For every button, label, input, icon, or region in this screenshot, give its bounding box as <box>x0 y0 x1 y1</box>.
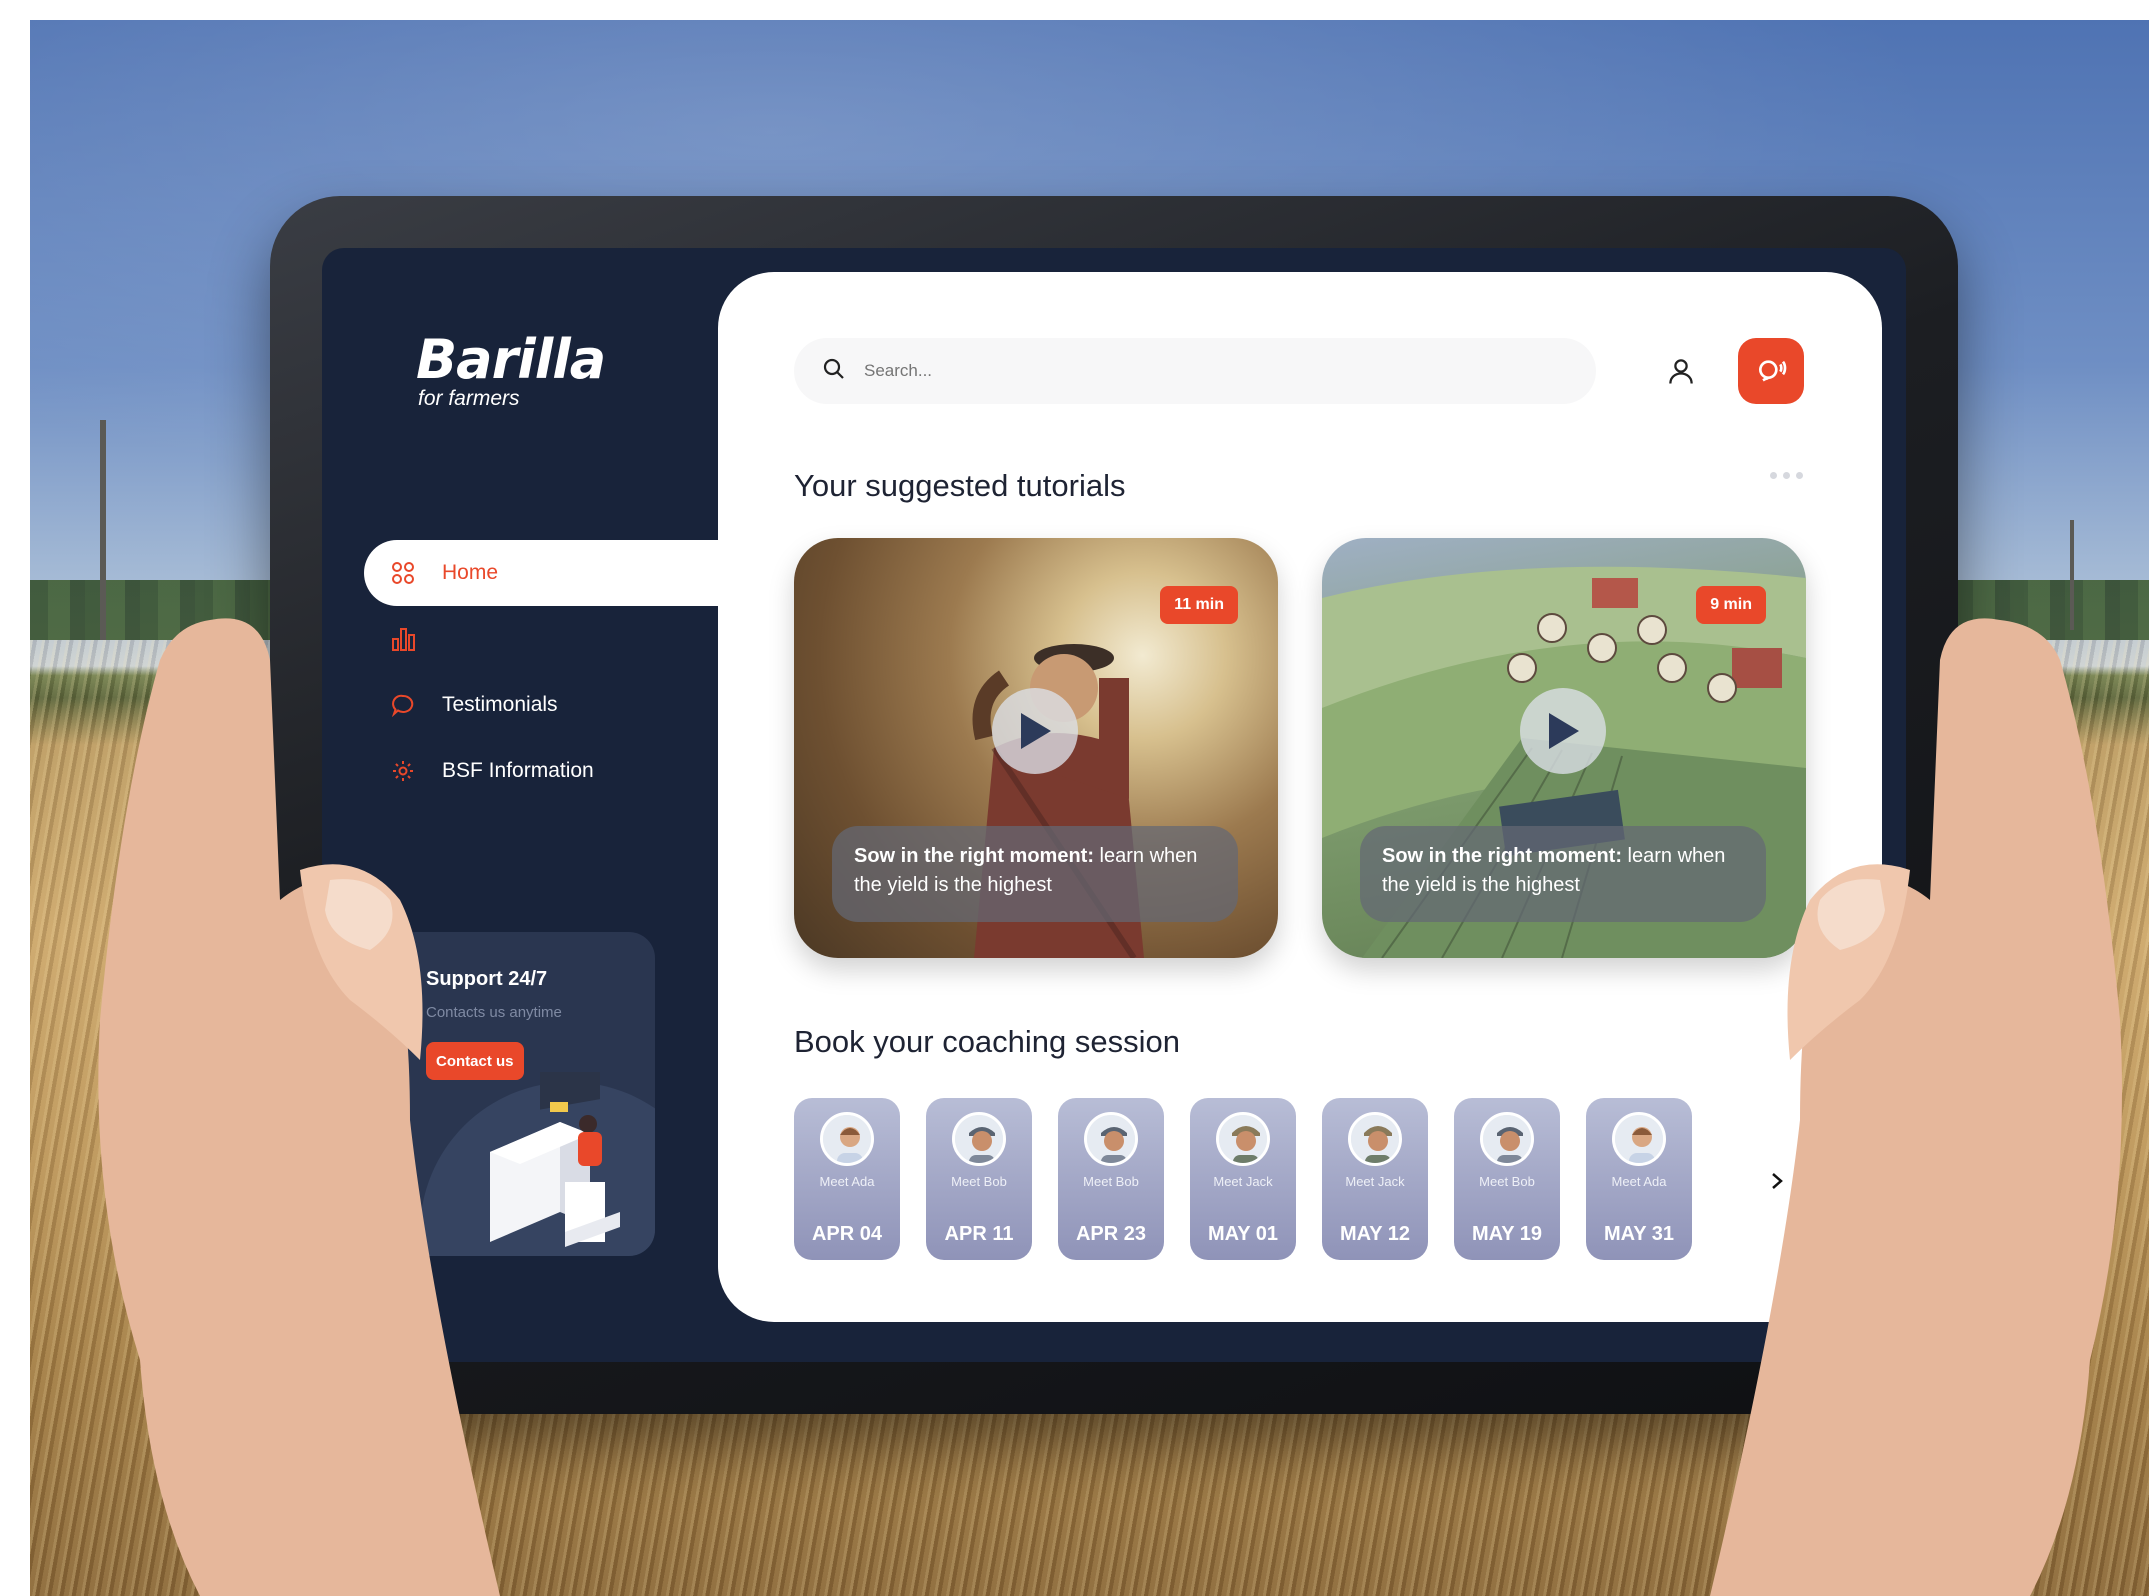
session-card[interactable]: Meet Bob APR 23 <box>1058 1098 1164 1260</box>
session-card[interactable]: Meet Bob MAY 19 <box>1454 1098 1560 1260</box>
brand-logo[interactable]: Barilla for farmers <box>416 328 606 411</box>
play-button[interactable] <box>1520 688 1606 774</box>
tutorial-card[interactable]: 11 min Sow in the right moment: learn wh… <box>794 538 1278 958</box>
brand-name: Barilla <box>416 328 606 391</box>
session-date: MAY 19 <box>1471 1223 1543 1245</box>
avatar <box>952 1112 1006 1166</box>
tutorials-title: Your suggested tutorials <box>794 468 1126 503</box>
session-coach: Meet Jack <box>1213 1174 1273 1189</box>
session-date: MAY 01 <box>1207 1223 1279 1245</box>
tutorial-caption: Sow in the right moment: learn when the … <box>832 826 1238 922</box>
session-card[interactable]: Meet Ada MAY 31 <box>1586 1098 1692 1260</box>
session-date: APR 04 <box>811 1223 883 1245</box>
session-card[interactable]: Meet Ada APR 04 <box>794 1098 900 1260</box>
session-date: APR 11 <box>944 1223 1014 1245</box>
session-card[interactable]: Meet Jack MAY 01 <box>1190 1098 1296 1260</box>
play-button[interactable] <box>992 688 1078 774</box>
session-coach: Meet Ada <box>819 1174 875 1189</box>
app-screen: Barilla for farmers Home Testimonials BS… <box>322 248 1906 1362</box>
duration-badge: 11 min <box>1160 586 1238 624</box>
search-input[interactable] <box>864 361 1564 381</box>
sidebar-item-label: Home <box>442 561 499 584</box>
grid-icon <box>390 560 416 586</box>
coaching-title: Book your coaching session <box>794 1024 1181 1059</box>
caption-bold: Sow in the right moment: <box>854 845 1094 867</box>
session-coach: Meet Bob <box>1083 1174 1139 1189</box>
session-coach: Meet Jack <box>1345 1174 1405 1189</box>
avatar <box>1348 1112 1402 1166</box>
session-coach: Meet Ada <box>1611 1174 1667 1189</box>
left-hand <box>98 618 500 1596</box>
avatar <box>820 1112 874 1166</box>
avatar <box>1216 1112 1270 1166</box>
session-date: MAY 31 <box>1603 1223 1675 1245</box>
avatar <box>1084 1112 1138 1166</box>
search-icon <box>822 357 846 386</box>
right-hand <box>1710 618 2122 1596</box>
session-date: MAY 12 <box>1339 1223 1411 1245</box>
coaching-sessions: Meet Ada APR 04 Meet Bob APR 11 Meet Bob… <box>794 1098 1692 1260</box>
play-icon <box>1549 713 1579 749</box>
more-options-icon[interactable] <box>1770 472 1803 479</box>
search-bar[interactable] <box>794 338 1596 404</box>
session-card[interactable]: Meet Jack MAY 12 <box>1322 1098 1428 1260</box>
session-coach: Meet Bob <box>951 1174 1007 1189</box>
avatar <box>1480 1112 1534 1166</box>
sidebar-item-home[interactable]: Home <box>364 540 726 606</box>
session-coach: Meet Bob <box>1479 1174 1535 1189</box>
user-icon[interactable] <box>1658 348 1704 394</box>
chat-notification-icon <box>1759 360 1787 382</box>
avatar <box>1612 1112 1666 1166</box>
caption-bold: Sow in the right moment: <box>1382 845 1622 867</box>
chat-notification-button[interactable] <box>1738 338 1804 404</box>
session-card[interactable]: Meet Bob APR 11 <box>926 1098 1032 1260</box>
session-date: APR 23 <box>1075 1223 1147 1245</box>
play-icon <box>1021 713 1051 749</box>
